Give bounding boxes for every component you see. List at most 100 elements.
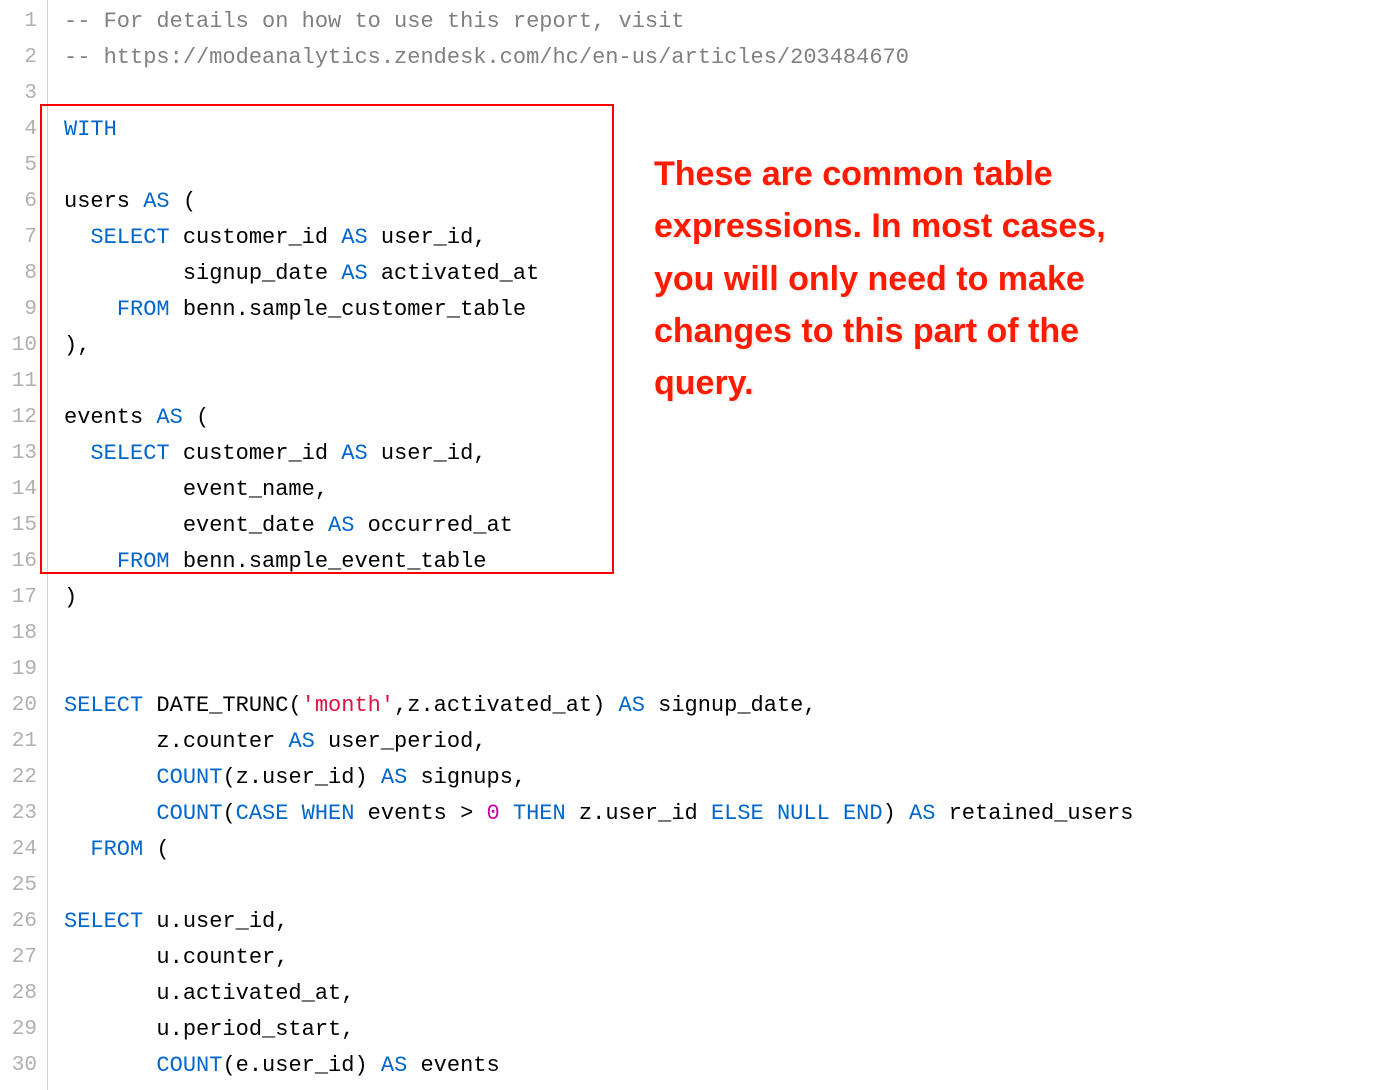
token-default: z.counter — [64, 729, 288, 754]
token-default — [64, 297, 117, 322]
token-default: signup_date — [64, 261, 341, 286]
token-keyword: SELECT — [90, 225, 169, 250]
code-editor[interactable]: 1234567891011121314151617181920212223242… — [0, 0, 1374, 1090]
token-default — [64, 225, 90, 250]
code-line[interactable]: z.counter AS user_period, — [64, 724, 1374, 760]
code-line[interactable] — [64, 868, 1374, 904]
token-keyword: AS — [909, 801, 935, 826]
token-default: u.user_id, — [143, 909, 288, 934]
token-default: events > — [354, 801, 486, 826]
token-keyword: SELECT — [90, 441, 169, 466]
code-line[interactable]: COUNT(z.user_id) AS signups, — [64, 760, 1374, 796]
code-line[interactable]: COUNT(e.user_id) AS events — [64, 1048, 1374, 1084]
token-keyword: THEN — [513, 801, 566, 826]
token-default: ), — [64, 333, 90, 358]
token-comment: -- For details on how to use this report… — [64, 9, 685, 34]
token-keyword: FROM — [117, 297, 170, 322]
token-default: benn.sample_customer_table — [170, 297, 526, 322]
line-number: 27 — [0, 940, 47, 976]
token-default — [764, 801, 777, 826]
token-default: users — [64, 189, 143, 214]
code-line[interactable]: COUNT(CASE WHEN events > 0 THEN z.user_i… — [64, 796, 1374, 832]
token-keyword: AS — [341, 225, 367, 250]
line-number: 19 — [0, 652, 47, 688]
token-string: 'month' — [302, 693, 394, 718]
line-number: 12 — [0, 400, 47, 436]
token-keyword: WITH — [64, 117, 117, 142]
code-line[interactable]: WITH — [64, 112, 1374, 148]
line-number: 2 — [0, 40, 47, 76]
token-default — [64, 441, 90, 466]
token-number: 0 — [487, 801, 500, 826]
token-default: signup_date, — [645, 693, 817, 718]
token-default: signups, — [407, 765, 526, 790]
token-default: ( — [143, 837, 169, 862]
line-number: 10 — [0, 328, 47, 364]
token-default: ) — [64, 585, 77, 610]
code-line[interactable]: event_date AS occurred_at — [64, 508, 1374, 544]
token-default: occurred_at — [354, 513, 512, 538]
line-number: 11 — [0, 364, 47, 400]
code-content-area[interactable]: These are common table expressions. In m… — [48, 0, 1374, 1090]
line-number: 1 — [0, 4, 47, 40]
token-keyword: WHEN — [302, 801, 355, 826]
code-line[interactable]: SELECT DATE_TRUNC('month',z.activated_at… — [64, 688, 1374, 724]
code-line[interactable]: u.activated_at, — [64, 976, 1374, 1012]
token-default: customer_id — [170, 225, 342, 250]
token-keyword: CASE — [236, 801, 289, 826]
token-default: (z.user_id) — [222, 765, 380, 790]
token-keyword: COUNT — [156, 765, 222, 790]
line-number: 22 — [0, 760, 47, 796]
token-default — [64, 765, 156, 790]
code-line[interactable] — [64, 652, 1374, 688]
line-number: 14 — [0, 472, 47, 508]
token-default: ( — [170, 189, 196, 214]
token-default — [288, 801, 301, 826]
code-line[interactable]: ) — [64, 580, 1374, 616]
code-line[interactable]: -- https://modeanalytics.zendesk.com/hc/… — [64, 40, 1374, 76]
token-keyword: AS — [341, 261, 367, 286]
token-default: u.period_start, — [64, 1017, 354, 1042]
token-default: activated_at — [368, 261, 540, 286]
token-default — [830, 801, 843, 826]
code-line[interactable]: FROM benn.sample_event_table — [64, 544, 1374, 580]
token-keyword: AS — [381, 1053, 407, 1078]
token-default: DATE_TRUNC( — [143, 693, 301, 718]
code-line[interactable] — [64, 76, 1374, 112]
code-line[interactable] — [64, 616, 1374, 652]
code-line[interactable]: -- For details on how to use this report… — [64, 4, 1374, 40]
token-default: retained_users — [935, 801, 1133, 826]
code-line[interactable]: u.counter, — [64, 940, 1374, 976]
line-number: 17 — [0, 580, 47, 616]
code-line[interactable]: SELECT u.user_id, — [64, 904, 1374, 940]
line-number: 28 — [0, 976, 47, 1012]
annotation-text: These are common table expressions. In m… — [654, 148, 1134, 410]
token-keyword: COUNT — [156, 801, 222, 826]
line-number: 20 — [0, 688, 47, 724]
line-number: 3 — [0, 76, 47, 112]
token-comment: -- https://modeanalytics.zendesk.com/hc/… — [64, 45, 909, 70]
code-line[interactable]: FROM ( — [64, 832, 1374, 868]
code-line[interactable]: SELECT customer_id AS user_id, — [64, 436, 1374, 472]
token-default: ) — [883, 801, 909, 826]
token-default: ,z.activated_at) — [394, 693, 618, 718]
token-keyword: SELECT — [64, 693, 143, 718]
token-keyword: AS — [381, 765, 407, 790]
token-keyword: END — [843, 801, 883, 826]
line-number: 18 — [0, 616, 47, 652]
code-line[interactable]: event_name, — [64, 472, 1374, 508]
line-number: 13 — [0, 436, 47, 472]
token-keyword: AS — [328, 513, 354, 538]
token-default: u.counter, — [64, 945, 288, 970]
code-line[interactable]: u.period_start, — [64, 1012, 1374, 1048]
token-default: user_id, — [368, 225, 487, 250]
token-default: user_id, — [368, 441, 487, 466]
token-keyword: AS — [143, 189, 169, 214]
token-default: events — [64, 405, 156, 430]
line-number: 21 — [0, 724, 47, 760]
token-default — [64, 837, 90, 862]
token-keyword: AS — [341, 441, 367, 466]
line-number: 29 — [0, 1012, 47, 1048]
token-default: z.user_id — [566, 801, 711, 826]
line-number: 16 — [0, 544, 47, 580]
